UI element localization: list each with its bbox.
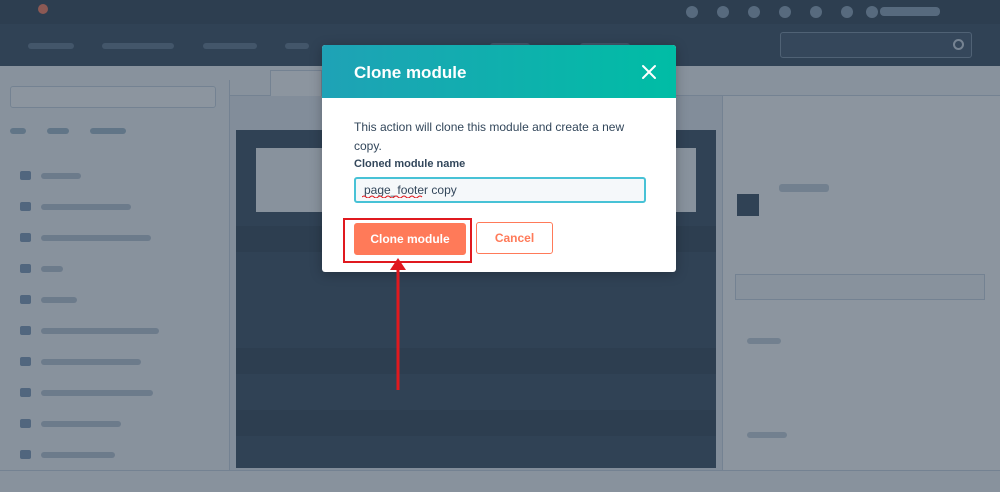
cloned-module-name-label: Cloned module name <box>354 158 466 170</box>
spellcheck-underline <box>362 195 423 198</box>
cloned-module-name-input[interactable] <box>354 177 646 203</box>
cancel-button[interactable]: Cancel <box>476 222 553 254</box>
dialog-title: Clone module <box>354 63 467 82</box>
dialog-description: This action will clone this module and c… <box>354 120 625 153</box>
close-icon[interactable] <box>640 63 658 81</box>
arrow-up-icon <box>390 258 406 390</box>
dialog-header: Clone module <box>322 45 676 98</box>
